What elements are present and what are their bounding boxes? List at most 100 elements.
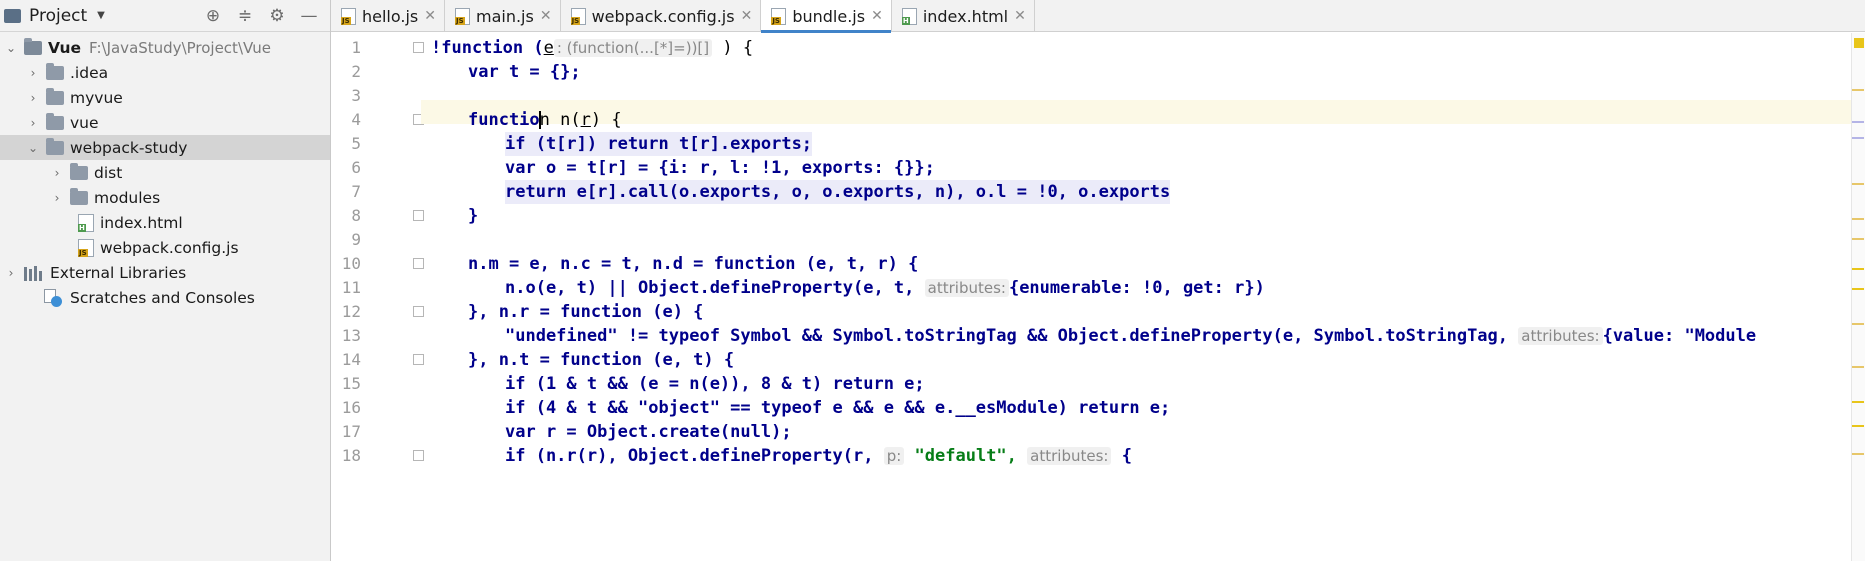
chevron-right-icon[interactable]: ›	[50, 166, 64, 180]
stripe-marker[interactable]	[1852, 121, 1864, 123]
line-number: 10	[341, 254, 361, 273]
stripe-marker[interactable]	[1852, 89, 1864, 91]
tree-item-external-libraries[interactable]: › External Libraries	[0, 260, 330, 285]
tab-index-html[interactable]: H index.html ✕	[892, 0, 1035, 32]
line-number: 3	[351, 86, 361, 105]
collapse-all-icon[interactable]: ≑	[229, 6, 261, 26]
code-line-16: if (4 & t && "object" == typeof e && e &…	[505, 398, 1171, 418]
warning-icon[interactable]	[1854, 38, 1864, 48]
stripe-marker[interactable]	[1852, 137, 1864, 139]
js-file-icon: JS	[771, 7, 787, 25]
code-line-12: }, n.r = function (e) {	[468, 302, 704, 322]
chevron-right-icon[interactable]: ›	[26, 91, 40, 105]
stripe-marker[interactable]	[1852, 288, 1864, 290]
close-icon[interactable]: ✕	[540, 8, 552, 24]
stripe-marker[interactable]	[1852, 323, 1864, 325]
library-icon	[24, 265, 42, 281]
tree-item-myvue[interactable]: › myvue	[0, 85, 330, 110]
code-line-1: !function (e: (function(...[*]=))[] ) {	[431, 38, 754, 58]
js-file-icon: JS	[341, 7, 356, 25]
tree-item-modules[interactable]: › modules	[0, 185, 330, 210]
tree-item-label: webpack-study	[70, 138, 188, 157]
code-line-7: return e[r].call(o.exports, o, o.exports…	[505, 180, 1171, 204]
close-icon[interactable]: ✕	[871, 8, 883, 24]
chevron-right-icon[interactable]: ›	[26, 66, 40, 80]
code-line-10: n.m = e, n.c = t, n.d = function (e, t, …	[468, 254, 919, 274]
folder-icon	[46, 87, 64, 105]
code-area[interactable]: !function (e: (function(...[*]=))[] ) { …	[421, 33, 1865, 561]
chevron-right-icon[interactable]: ›	[50, 191, 64, 205]
current-line-highlight	[421, 100, 1865, 124]
tree-item-webpack-config[interactable]: JS webpack.config.js	[0, 235, 330, 260]
tree-item-label: modules	[94, 188, 161, 207]
line-number: 4	[351, 110, 361, 129]
line-number: 15	[341, 374, 361, 393]
close-icon[interactable]: ✕	[424, 8, 436, 24]
tree-item-vue-folder[interactable]: › vue	[0, 110, 330, 135]
code-line-4: function n(r) {	[468, 110, 622, 130]
project-title[interactable]: Project	[29, 6, 87, 26]
tree-item-index-html[interactable]: H index.html	[0, 210, 330, 235]
stripe-marker[interactable]	[1852, 453, 1864, 455]
line-number: 1	[351, 38, 361, 57]
close-icon[interactable]: ✕	[741, 8, 753, 24]
stripe-marker[interactable]	[1852, 268, 1864, 270]
tree-item-vue[interactable]: ⌄ Vue F:\JavaStudy\Project\Vue	[0, 35, 330, 60]
folder-icon	[70, 187, 88, 205]
stripe-marker[interactable]	[1852, 183, 1864, 185]
code-line-6: var o = t[r] = {i: r, l: !1, exports: {}…	[505, 158, 935, 178]
chevron-right-icon[interactable]: ›	[26, 116, 40, 130]
folder-icon	[70, 162, 88, 180]
tree-item-scratches[interactable]: › Scratches and Consoles	[0, 285, 330, 310]
tree-item-dist[interactable]: › dist	[0, 160, 330, 185]
stripe-marker[interactable]	[1852, 425, 1864, 427]
tab-webpack-config[interactable]: JS webpack.config.js ✕	[561, 0, 762, 32]
code-editor[interactable]: 1 2 3 4 5 6 7 8 9 10 11 12 13 14 15 16 1…	[331, 33, 1865, 561]
tree-item-label: .idea	[70, 63, 109, 82]
code-line-8: }	[468, 206, 479, 226]
tab-label: index.html	[922, 6, 1009, 26]
tree-item-label: index.html	[100, 213, 183, 232]
project-path: F:\JavaStudy\Project\Vue	[89, 38, 271, 57]
scratches-icon	[44, 288, 62, 307]
tab-label: hello.js	[362, 6, 419, 26]
stripe-marker[interactable]	[1852, 238, 1864, 240]
tab-hello-js[interactable]: JS hello.js ✕	[331, 0, 445, 32]
code-line-5: if (t[r]) return t[r].exports;	[505, 132, 813, 156]
js-file-icon: JS	[454, 7, 470, 25]
folder-icon	[24, 37, 42, 55]
stripe-marker[interactable]	[1852, 218, 1864, 220]
stripe-marker[interactable]	[1852, 401, 1864, 403]
close-icon[interactable]: ✕	[1014, 8, 1026, 24]
tab-label: webpack.config.js	[591, 6, 735, 26]
parameter-hint: attributes:	[924, 279, 1009, 297]
tab-main-js[interactable]: JS main.js ✕	[445, 0, 561, 32]
line-number-gutter: 1 2 3 4 5 6 7 8 9 10 11 12 13 14 15 16 1…	[331, 33, 411, 561]
chevron-right-icon[interactable]: ›	[4, 266, 18, 280]
tree-item-label: myvue	[70, 88, 123, 107]
tree-item-label: dist	[94, 163, 123, 182]
tree-item-idea[interactable]: › .idea	[0, 60, 330, 85]
folder-icon	[46, 62, 64, 80]
editor-tabs: JS hello.js ✕ JS main.js ✕ JS webpack.co…	[331, 0, 1865, 33]
chevron-down-icon[interactable]: ⌄	[26, 141, 40, 155]
error-stripe[interactable]	[1851, 33, 1865, 561]
code-line-18: if (n.r(r), Object.defineProperty(r, p: …	[505, 446, 1132, 466]
line-number: 13	[341, 326, 361, 345]
tree-item-label: Scratches and Consoles	[70, 288, 255, 307]
tree-item-webpack-study[interactable]: ⌄ webpack-study	[0, 135, 330, 160]
project-icon	[4, 8, 21, 23]
locate-icon[interactable]: ⊕	[197, 6, 229, 26]
stripe-marker[interactable]	[1852, 366, 1864, 368]
gear-icon[interactable]: ⚙	[261, 6, 293, 26]
html-file-icon: H	[78, 213, 94, 232]
code-line-2: var t = {};	[468, 62, 581, 82]
tab-bundle-js[interactable]: JS bundle.js ✕	[761, 0, 892, 33]
parameter-hint: p:	[883, 447, 905, 465]
minimize-icon[interactable]: —	[293, 6, 325, 26]
line-number: 7	[351, 182, 361, 201]
code-line-14: }, n.t = function (e, t) {	[468, 350, 735, 370]
chevron-down-icon[interactable]: ▼	[97, 10, 105, 21]
chevron-down-icon[interactable]: ⌄	[4, 41, 18, 55]
line-number: 2	[351, 62, 361, 81]
